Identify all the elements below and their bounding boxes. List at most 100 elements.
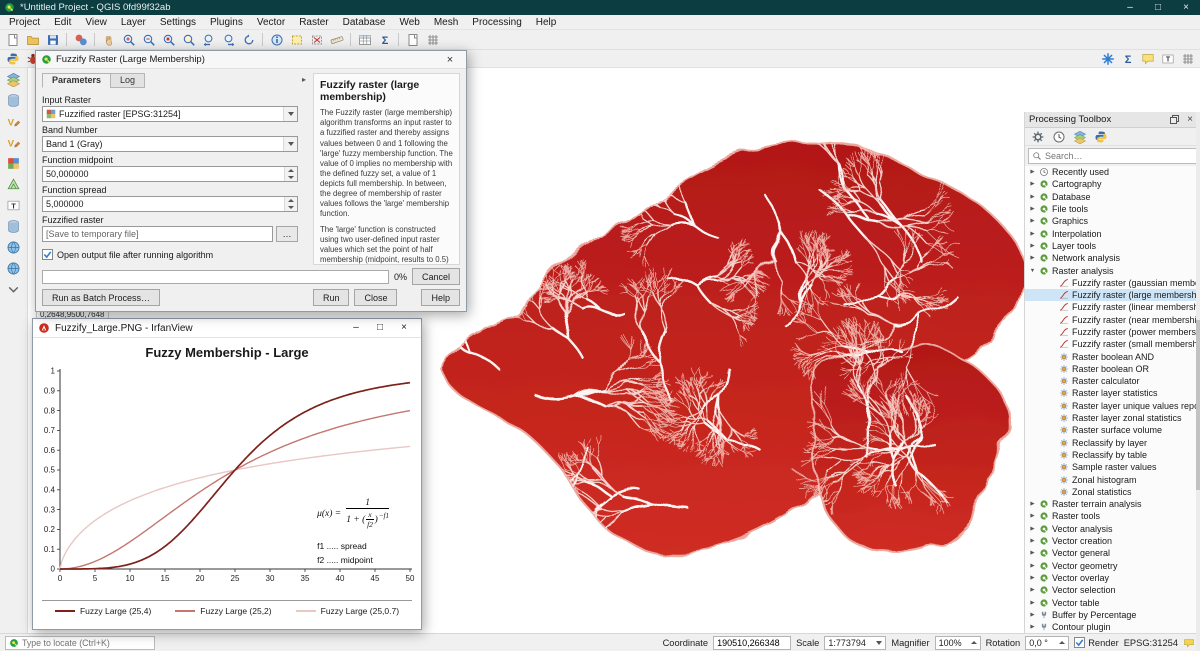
scale-combo[interactable]: 1:773794 [824, 636, 886, 650]
browse-output-button[interactable]: … [276, 226, 298, 242]
tree-item-buffer-by-percentage[interactable]: ▶Buffer by Percentage [1025, 609, 1200, 621]
tree-item-raster-layer-zonal-statistics[interactable]: Raster layer zonal statistics [1025, 412, 1200, 424]
tree-item-recently-used[interactable]: ▶Recently used [1025, 166, 1200, 178]
tree-item-reclassify-by-layer[interactable]: Reclassify by layer [1025, 437, 1200, 449]
output-file-input[interactable] [42, 226, 273, 242]
new-project-button[interactable] [3, 31, 22, 48]
tree-item-vector-analysis[interactable]: ▶Vector analysis [1025, 523, 1200, 535]
history-button[interactable] [1049, 128, 1068, 145]
input-raster-combo[interactable]: Fuzzified raster [EPSG:31254] [42, 106, 298, 122]
tree-item-raster-boolean-or[interactable]: Raster boolean OR [1025, 363, 1200, 375]
models-button[interactable] [1070, 128, 1089, 145]
annotation-grid-button[interactable] [1178, 50, 1197, 67]
more-tools-button[interactable] [4, 281, 23, 298]
collapse-help-icon[interactable]: ▸ [302, 75, 309, 265]
menu-web[interactable]: Web [392, 16, 426, 29]
tree-item-file-tools[interactable]: ▶File tools [1025, 203, 1200, 215]
open-output-checkbox[interactable]: Open output file after running algorithm [42, 249, 298, 260]
select-features-button[interactable] [287, 31, 306, 48]
menu-help[interactable]: Help [529, 16, 564, 29]
chevron-collapsed-icon[interactable]: ▶ [1029, 563, 1036, 569]
menu-layer[interactable]: Layer [114, 16, 153, 29]
chevron-collapsed-icon[interactable]: ▶ [1029, 255, 1036, 261]
map-tips-button[interactable] [1138, 50, 1157, 67]
add-raster-layer-button[interactable] [4, 155, 23, 172]
new-print-layout-button[interactable] [403, 31, 422, 48]
menu-database[interactable]: Database [336, 16, 393, 29]
toolbox-search[interactable] [1028, 148, 1197, 164]
run-as-batch-button[interactable]: Run as Batch Process… [42, 289, 160, 306]
tree-item-network-analysis[interactable]: ▶Network analysis [1025, 252, 1200, 264]
coordinate-box[interactable] [713, 636, 791, 650]
chevron-collapsed-icon[interactable]: ▶ [1029, 218, 1036, 224]
tree-item-interpolation[interactable]: ▶Interpolation [1025, 227, 1200, 239]
tree-item-vector-geometry[interactable]: ▶Vector geometry [1025, 560, 1200, 572]
chevron-collapsed-icon[interactable]: ▶ [1029, 501, 1036, 507]
open-attribute-table-button[interactable] [355, 31, 374, 48]
tree-item-zonal-histogram[interactable]: Zonal histogram [1025, 473, 1200, 485]
add-delimited-text-button[interactable]: T [4, 197, 23, 214]
locator-bar[interactable] [5, 636, 155, 650]
refresh-map-button[interactable] [239, 31, 258, 48]
show-layout-manager-button[interactable] [423, 31, 442, 48]
data-source-manager-button[interactable] [4, 71, 23, 88]
chevron-expanded-icon[interactable]: ▼ [1029, 268, 1036, 274]
minimize-button[interactable]: – [1116, 0, 1144, 15]
magnifier-spin[interactable]: 100% [935, 636, 981, 650]
render-toggle[interactable]: Render [1074, 637, 1119, 648]
statistical-summary-button[interactable]: Σ [1118, 50, 1137, 67]
chevron-collapsed-icon[interactable]: ▶ [1029, 231, 1036, 237]
add-postgis-layer-button[interactable] [4, 218, 23, 235]
rotation-spin[interactable]: 0,0 ° [1025, 636, 1069, 650]
chevron-collapsed-icon[interactable]: ▶ [1029, 243, 1036, 249]
tree-item-contour-plugin[interactable]: ▶Contour plugin [1025, 621, 1200, 633]
tree-item-raster-tools[interactable]: ▶Raster tools [1025, 510, 1200, 522]
chevron-collapsed-icon[interactable]: ▶ [1029, 612, 1036, 618]
chevron-collapsed-icon[interactable]: ▶ [1029, 169, 1036, 175]
chevron-collapsed-icon[interactable]: ▶ [1029, 624, 1036, 630]
style-manager-button[interactable] [71, 31, 90, 48]
dialog-close-button[interactable]: × [439, 54, 461, 66]
identify-features-button[interactable] [267, 31, 286, 48]
menu-mesh[interactable]: Mesh [427, 16, 465, 29]
menu-vector[interactable]: Vector [250, 16, 292, 29]
save-project-button[interactable] [43, 31, 62, 48]
tree-item-fuzzify-raster-gaussian-membership[interactable]: Fuzzify raster (gaussian membership) [1025, 277, 1200, 289]
tree-item-fuzzify-raster-near-membership[interactable]: Fuzzify raster (near membership) [1025, 314, 1200, 326]
tree-item-vector-overlay[interactable]: ▶Vector overlay [1025, 572, 1200, 584]
tree-item-sample-raster-values[interactable]: Sample raster values [1025, 461, 1200, 473]
menu-processing[interactable]: Processing [465, 16, 528, 29]
menu-raster[interactable]: Raster [292, 16, 335, 29]
zoom-out-button[interactable] [139, 31, 158, 48]
add-vector-layer-button[interactable]: V [4, 134, 23, 151]
epsg-badge[interactable]: EPSG:31254 [1124, 638, 1178, 648]
tree-item-fuzzify-raster-small-membership[interactable]: Fuzzify raster (small membership) [1025, 338, 1200, 350]
tree-item-layer-tools[interactable]: ▶Layer tools [1025, 240, 1200, 252]
tree-item-fuzzify-raster-power-membership[interactable]: Fuzzify raster (power membership) [1025, 326, 1200, 338]
panel-float-button[interactable] [1168, 115, 1180, 124]
add-mesh-layer-button[interactable] [4, 176, 23, 193]
add-xyz-layer-button[interactable] [4, 260, 23, 277]
measure-line-button[interactable] [327, 31, 346, 48]
zoom-next-button[interactable] [219, 31, 238, 48]
tree-item-fuzzify-raster-linear-membership[interactable]: Fuzzify raster (linear membership) [1025, 301, 1200, 313]
close-button[interactable]: × [392, 323, 416, 333]
tree-item-raster-terrain-analysis[interactable]: ▶Raster terrain analysis [1025, 498, 1200, 510]
menu-plugins[interactable]: Plugins [203, 16, 250, 29]
close-button[interactable]: × [1172, 0, 1200, 15]
chevron-collapsed-icon[interactable]: ▶ [1029, 575, 1036, 581]
tree-item-cartography[interactable]: ▶Cartography [1025, 178, 1200, 190]
chevron-collapsed-icon[interactable]: ▶ [1029, 194, 1036, 200]
chevron-collapsed-icon[interactable]: ▶ [1029, 206, 1036, 212]
chevron-collapsed-icon[interactable]: ▶ [1029, 600, 1036, 606]
menu-project[interactable]: Project [2, 16, 47, 29]
maximize-button[interactable]: □ [1144, 0, 1172, 15]
tree-scrollbar[interactable] [1196, 112, 1200, 633]
tree-item-raster-boolean-and[interactable]: Raster boolean AND [1025, 350, 1200, 362]
cancel-button[interactable]: Cancel [412, 268, 460, 285]
chevron-collapsed-icon[interactable]: ▶ [1029, 513, 1036, 519]
zoom-in-button[interactable] [119, 31, 138, 48]
new-shapefile-layer-button[interactable]: V [4, 113, 23, 130]
close-dialog-button[interactable]: Close [354, 289, 397, 306]
chevron-collapsed-icon[interactable]: ▶ [1029, 587, 1036, 593]
